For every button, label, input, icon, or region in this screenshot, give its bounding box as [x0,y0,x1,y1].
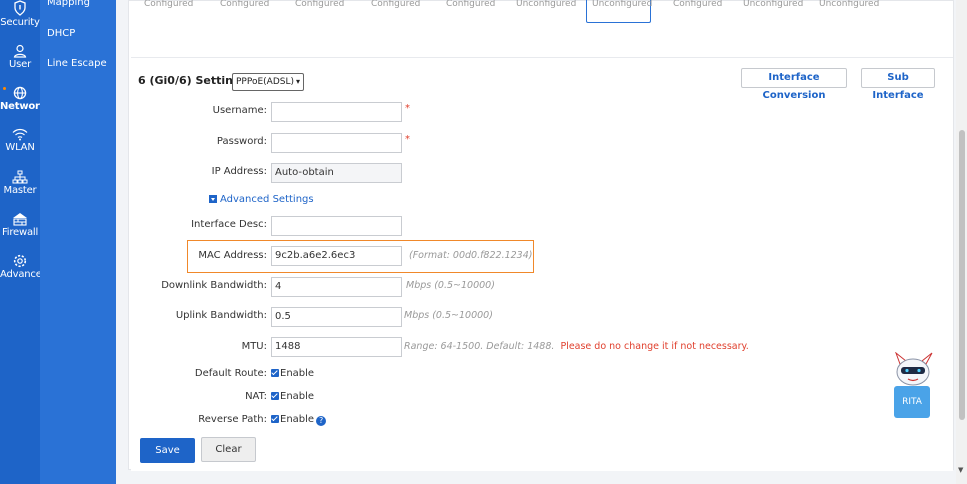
ip-address-label: IP Address: [211,166,267,177]
help-icon[interactable]: ? [316,416,327,426]
port-tab-9[interactable]: Unconfigured [743,0,803,9]
port-tab-8[interactable]: Configured [673,0,722,9]
port-tab-6[interactable]: Unconfigured [516,0,576,9]
nav-firewall-label: Firewall [1,227,39,238]
nav-master[interactable]: Master [0,170,40,196]
nav-advanced[interactable]: Advanced [0,254,48,280]
nav-security-label: Security [0,17,40,28]
mtu-range-text: Range: 64-1500. Default: 1488. [404,341,555,352]
nav-master-label: Master [3,185,37,196]
nat-checkbox[interactable]: Enable [271,391,314,402]
reverse-path-label: Reverse Path: [198,414,267,425]
nav-user-label: User [9,59,31,70]
mac-address-input[interactable]: 9c2b.a6e2.6ec3 [271,246,402,266]
setting-title: 6 (Gi0/6) Setting [138,74,241,87]
main-nav-rail: Security User Network WLAN Master Firewa… [0,0,48,484]
password-label: Password: [216,136,267,147]
nav-firewall[interactable]: Firewall [0,212,40,238]
port-tab-4[interactable]: Configured [371,0,420,9]
user-icon [13,44,27,58]
robot-mascot-icon [895,352,933,386]
shield-icon [14,0,26,16]
rita-assistant[interactable]: RITA [892,352,936,420]
page-scrollbar[interactable]: ▼ [956,0,967,484]
checkbox-checked-icon [271,415,279,423]
mtu-label: MTU: [241,341,267,352]
chevron-down-icon: ▾ [295,77,300,86]
checkbox-checked-icon [271,369,279,377]
port-tab-1[interactable]: Configured [144,0,193,9]
submenu-item-mapping[interactable]: Mapping [47,0,90,8]
checkbox-checked-icon [271,392,279,400]
downlink-bandwidth-input[interactable]: 4 [271,277,402,297]
connection-mode-select[interactable]: PPPoE(ADSL) ▾ [232,73,304,91]
mtu-input[interactable]: 1488 [271,337,402,357]
port-tab-10[interactable]: Unconfigured [819,0,879,9]
interface-desc-input[interactable] [271,216,402,236]
nav-security[interactable]: Security [0,0,40,28]
rita-label: RITA [894,386,930,418]
default-route-checkbox[interactable]: Enable [271,368,314,379]
uplink-bandwidth-input[interactable]: 0.5 [271,307,402,327]
ip-address-field: Auto-obtain [271,163,402,183]
nav-network-label: Network [0,101,47,112]
password-input[interactable] [271,133,402,153]
interface-desc-label: Interface Desc: [191,219,267,230]
interface-conversion-button[interactable]: Interface Conversion [741,68,847,101]
password-required-mark: * [405,134,410,145]
port-tab-2[interactable]: Configured [220,0,269,9]
scrollbar-thumb[interactable] [959,130,965,420]
submenu-item-dhcp[interactable]: DHCP [47,28,75,39]
uplink-bandwidth-hint: Mbps (0.5~10000) [404,310,493,321]
gear-icon [13,254,27,268]
username-required-mark: * [405,103,410,114]
port-setting-card: 6 (Gi0/6) Setting PPPoE(ADSL) ▾ Interfac… [131,57,953,471]
submenu-item-line-escape[interactable]: Line Escape [47,58,107,69]
port-tab-3[interactable]: Configured [295,0,344,9]
nav-network[interactable]: Network [0,86,47,112]
network-tree-icon [12,170,28,184]
reverse-path-enable-label: Enable [280,414,315,425]
nav-user[interactable]: User [0,44,40,70]
nat-label: NAT: [245,391,267,402]
port-panel: Configured Configured Configured Configu… [128,0,955,471]
port-tab-5[interactable]: Configured [446,0,495,9]
port-status-tabs: Configured Configured Configured Configu… [129,0,955,23]
sub-interface-button[interactable]: Sub Interface [861,68,935,101]
mtu-warning-text: Please do no change it if not necessary. [560,341,749,352]
nat-enable-label: Enable [280,391,315,402]
connection-mode-value: PPPoE(ADSL) [236,77,294,87]
mac-address-label: MAC Address: [198,250,267,261]
nav-wlan-label: WLAN [5,142,35,153]
firewall-icon [13,213,27,226]
mac-address-hint: (Format: 00d0.f822.1234) [409,250,533,261]
nav-wlan[interactable]: WLAN [0,128,40,153]
username-label: Username: [212,105,267,116]
network-submenu: Mapping DHCP Line Escape [40,0,116,484]
downlink-bandwidth-hint: Mbps (0.5~10000) [406,280,495,291]
reverse-path-checkbox[interactable]: Enable? [271,414,327,426]
clear-button[interactable]: Clear [201,437,256,462]
advanced-settings-toggle[interactable]: Advanced Settings [209,194,314,205]
uplink-bandwidth-label: Uplink Bandwidth: [175,310,267,321]
globe-icon [13,86,27,100]
downlink-bandwidth-label: Downlink Bandwidth: [161,280,267,291]
default-route-enable-label: Enable [280,368,315,379]
default-route-label: Default Route: [194,368,267,379]
main-content: Configured Configured Configured Configu… [116,0,956,484]
port-tab-7[interactable]: Unconfigured [592,0,652,9]
expand-icon [209,195,217,203]
mtu-hint: Range: 64-1500. Default: 1488. Please do… [404,341,749,352]
save-button[interactable]: Save [140,438,195,463]
scroll-down-arrow-icon[interactable]: ▼ [958,466,963,474]
nav-advanced-label: Advanced [0,269,48,280]
wifi-icon [12,128,28,141]
username-input[interactable] [271,102,402,122]
advanced-settings-label: Advanced Settings [220,194,314,205]
